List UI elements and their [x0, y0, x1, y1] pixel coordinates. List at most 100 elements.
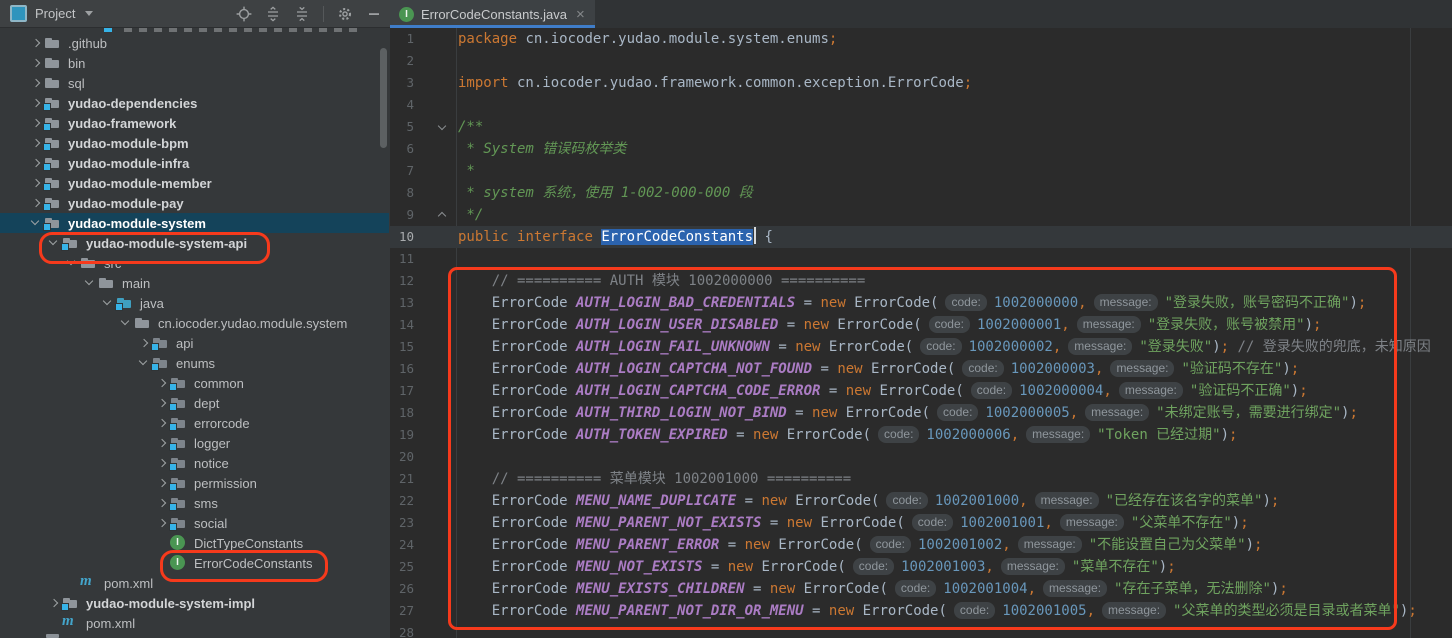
tree-item-sql[interactable]: sql [0, 73, 389, 93]
tree-item-pom-xml[interactable]: mpom.xml [0, 613, 389, 633]
code-text[interactable]: ErrorCode AUTH_TOKEN_EXPIRED = new Error… [458, 424, 1237, 446]
tree-item-yudao-framework[interactable]: yudao-framework [0, 113, 389, 133]
line-number[interactable]: 20 [390, 446, 414, 468]
code-text[interactable]: */ [458, 204, 483, 226]
chevron-right-icon[interactable] [28, 155, 44, 171]
chevron-right-icon[interactable] [154, 515, 170, 531]
tree-item-yudao-dependencies[interactable]: yudao-dependencies [0, 93, 389, 113]
tree-item-dicttypeconstants[interactable]: IDictTypeConstants [0, 533, 389, 553]
fold-marker-icon[interactable] [436, 204, 448, 226]
tree-item-errorcodeconstants[interactable]: IErrorCodeConstants [0, 553, 389, 573]
tree-item-yudao-module-system-api[interactable]: yudao-module-system-api [0, 233, 389, 253]
chevron-down-icon[interactable] [100, 295, 116, 311]
line-number[interactable]: 8 [390, 182, 414, 204]
chevron-right-icon[interactable] [154, 435, 170, 451]
code-text[interactable]: // ========== AUTH 模块 1002000000 =======… [458, 270, 865, 292]
line-number[interactable]: 2 [390, 50, 414, 72]
chevron-right-icon[interactable] [46, 595, 62, 611]
code-text[interactable]: ErrorCode AUTH_LOGIN_USER_DISABLED = new… [458, 314, 1321, 336]
chevron-down-icon[interactable] [136, 355, 152, 371]
tree-item-api[interactable]: api [0, 333, 389, 353]
code-editor[interactable]: 1 package cn.iocoder.yudao.module.system.… [390, 28, 1452, 638]
tree-item-pom-xml[interactable]: mpom.xml [0, 573, 389, 593]
line-number[interactable]: 9 [390, 204, 414, 226]
line-number[interactable]: 3 [390, 72, 414, 94]
line-number[interactable]: 19 [390, 424, 414, 446]
chevron-right-icon[interactable] [28, 135, 44, 151]
code-text[interactable]: ErrorCode AUTH_LOGIN_BAD_CREDENTIALS = n… [458, 292, 1366, 314]
tree-item--github[interactable]: .github [0, 33, 389, 53]
code-text[interactable]: ErrorCode AUTH_LOGIN_FAIL_UNKNOWN = new … [458, 336, 1431, 358]
expand-all-icon[interactable] [265, 6, 281, 22]
line-number[interactable]: 5 [390, 116, 414, 138]
code-text[interactable]: /** [458, 116, 483, 138]
chevron-right-icon[interactable] [28, 35, 44, 51]
line-number[interactable]: 18 [390, 402, 414, 424]
chevron-right-icon[interactable] [28, 75, 44, 91]
chevron-right-icon[interactable] [136, 335, 152, 351]
tree-item-logger[interactable]: logger [0, 433, 389, 453]
tree-item-yudao-module-bpm[interactable]: yudao-module-bpm [0, 133, 389, 153]
chevron-right-icon[interactable] [28, 115, 44, 131]
line-number[interactable]: 15 [390, 336, 414, 358]
hide-panel-icon[interactable] [366, 6, 382, 22]
line-number[interactable]: 28 [390, 622, 414, 638]
tree-item-notice[interactable]: notice [0, 453, 389, 473]
locate-icon[interactable] [236, 6, 252, 22]
line-number[interactable]: 22 [390, 490, 414, 512]
line-number[interactable]: 24 [390, 534, 414, 556]
tree-item-permission[interactable]: permission [0, 473, 389, 493]
line-number[interactable]: 4 [390, 94, 414, 116]
tree-item-sms[interactable]: sms [0, 493, 389, 513]
line-number[interactable]: 6 [390, 138, 414, 160]
code-text[interactable]: ErrorCode MENU_NAME_DUPLICATE = new Erro… [458, 490, 1279, 512]
code-text[interactable]: public interface ErrorCodeConstants { [458, 226, 773, 248]
code-text[interactable]: * system 系统，使用 1-002-000-000 段 [458, 182, 753, 204]
settings-gear-icon[interactable] [337, 6, 353, 22]
line-number[interactable]: 10 [390, 226, 414, 248]
chevron-right-icon[interactable] [28, 175, 44, 191]
code-text[interactable]: ErrorCode AUTH_LOGIN_CAPTCHA_NOT_FOUND =… [458, 358, 1299, 380]
code-text[interactable]: ErrorCode MENU_EXISTS_CHILDREN = new Err… [458, 578, 1288, 600]
panel-title[interactable]: Project [35, 6, 75, 21]
chevron-right-icon[interactable] [154, 455, 170, 471]
chevron-down-icon[interactable] [118, 315, 134, 331]
tree-item-bin[interactable]: bin [0, 53, 389, 73]
chevron-right-icon[interactable] [28, 55, 44, 71]
tree-item-common[interactable]: common [0, 373, 389, 393]
code-text[interactable]: * System 错误码枚举类 [458, 138, 626, 160]
chevron-right-icon[interactable] [28, 195, 44, 211]
tree-item-yudao-module-infra[interactable]: yudao-module-infra [0, 153, 389, 173]
tree-item-src[interactable]: src [0, 253, 389, 273]
tree-scrollbar[interactable] [380, 48, 387, 148]
code-text[interactable]: ErrorCode MENU_NOT_EXISTS = new ErrorCod… [458, 556, 1176, 578]
code-text[interactable]: // ========== 菜单模块 1002001000 ========== [458, 468, 851, 490]
tree-item-errorcode[interactable]: errorcode [0, 413, 389, 433]
code-text[interactable]: ErrorCode MENU_PARENT_ERROR = new ErrorC… [458, 534, 1262, 556]
code-text[interactable]: ErrorCode AUTH_THIRD_LOGIN_NOT_BIND = ne… [458, 402, 1358, 424]
code-text[interactable]: ErrorCode MENU_PARENT_NOT_EXISTS = new E… [458, 512, 1249, 534]
code-text[interactable]: import cn.iocoder.yudao.framework.common… [458, 72, 972, 94]
code-text[interactable]: package cn.iocoder.yudao.module.system.e… [458, 28, 837, 50]
close-icon[interactable]: × [576, 7, 585, 22]
line-number[interactable]: 23 [390, 512, 414, 534]
code-text[interactable]: ErrorCode MENU_PARENT_NOT_DIR_OR_MENU = … [458, 600, 1417, 622]
chevron-right-icon[interactable] [154, 475, 170, 491]
line-number[interactable]: 11 [390, 248, 414, 270]
line-number[interactable]: 26 [390, 578, 414, 600]
line-number[interactable]: 1 [390, 28, 414, 50]
line-number[interactable]: 21 [390, 468, 414, 490]
tree-item-social[interactable]: social [0, 513, 389, 533]
line-number[interactable]: 25 [390, 556, 414, 578]
chevron-down-icon[interactable] [28, 215, 44, 231]
tree-item-dept[interactable]: dept [0, 393, 389, 413]
chevron-right-icon[interactable] [154, 415, 170, 431]
line-number[interactable]: 27 [390, 600, 414, 622]
tree-item-java[interactable]: java [0, 293, 389, 313]
line-number[interactable]: 13 [390, 292, 414, 314]
tab-errorcodeconstants[interactable]: I ErrorCodeConstants.java × [390, 0, 595, 28]
chevron-right-icon[interactable] [154, 375, 170, 391]
chevron-right-icon[interactable] [28, 95, 44, 111]
chevron-right-icon[interactable] [154, 395, 170, 411]
line-number[interactable]: 17 [390, 380, 414, 402]
